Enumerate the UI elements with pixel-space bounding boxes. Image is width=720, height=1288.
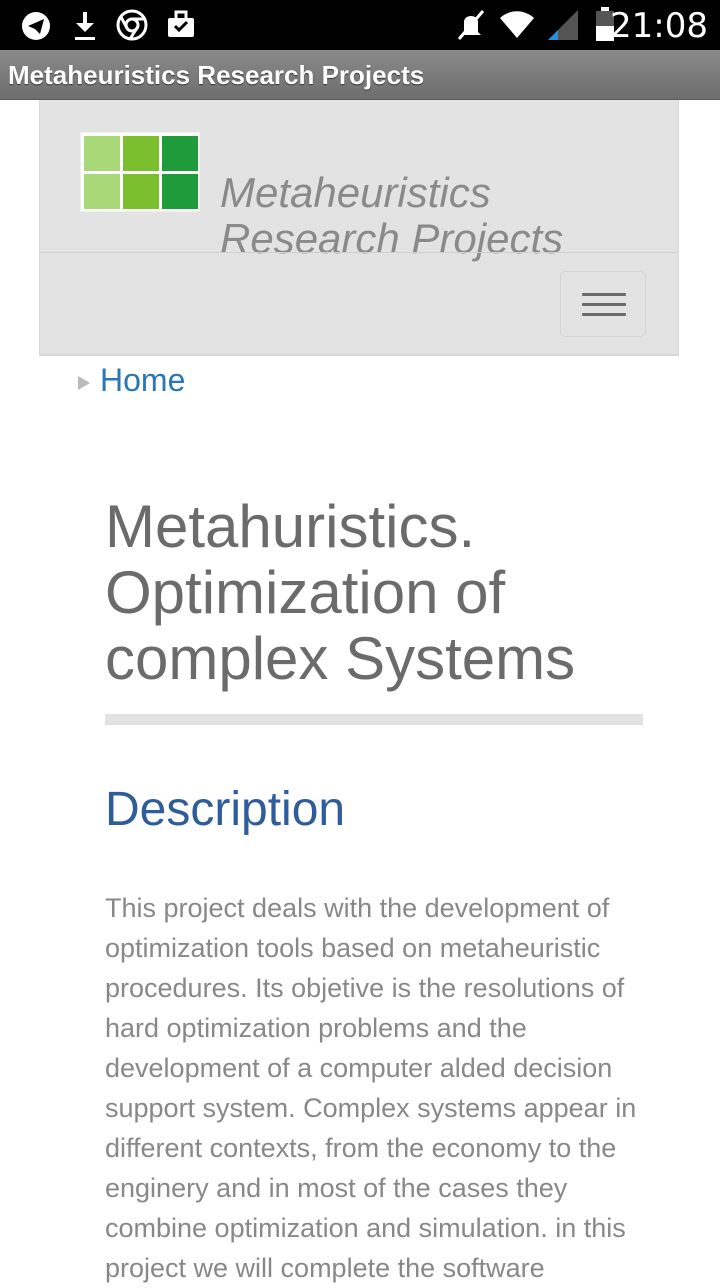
navbar — [40, 252, 678, 356]
breadcrumb-arrow-icon — [78, 376, 90, 390]
logo-square — [162, 136, 198, 171]
hamburger-icon-bar — [582, 303, 626, 306]
signal-icon — [548, 10, 578, 40]
site-header: Metaheuristics Research Projects — [39, 100, 679, 356]
logo-square — [84, 174, 120, 209]
status-bar: 21:08 — [0, 0, 720, 50]
app-title-bar: Metaheuristics Research Projects — [0, 50, 720, 100]
section-heading: Description — [105, 783, 346, 836]
hamburger-icon-bar — [582, 293, 626, 296]
download-icon — [75, 12, 95, 40]
wifi-icon — [500, 11, 534, 38]
hamburger-icon-bar — [582, 313, 626, 316]
logo-square — [84, 136, 120, 171]
telegram-icon — [22, 12, 50, 40]
logo-square — [123, 136, 159, 171]
logo-square — [162, 174, 198, 209]
app-title: Metaheuristics Research Projects — [8, 60, 425, 90]
menu-toggle-button[interactable] — [560, 271, 646, 337]
clock: 21:08 — [610, 6, 708, 46]
breadcrumb-home-link[interactable]: Home — [100, 362, 185, 399]
mute-icon — [457, 10, 485, 40]
page-title: Metahuristics. Optimization of complex S… — [105, 493, 576, 692]
logo-square — [123, 174, 159, 209]
description-text: This project deals with the development … — [105, 893, 637, 1283]
title-divider — [105, 714, 643, 725]
chrome-icon — [116, 9, 148, 41]
site-title[interactable]: Metaheuristics Research Projects — [220, 170, 670, 262]
site-logo[interactable] — [80, 132, 200, 212]
briefcase-icon — [168, 10, 194, 37]
